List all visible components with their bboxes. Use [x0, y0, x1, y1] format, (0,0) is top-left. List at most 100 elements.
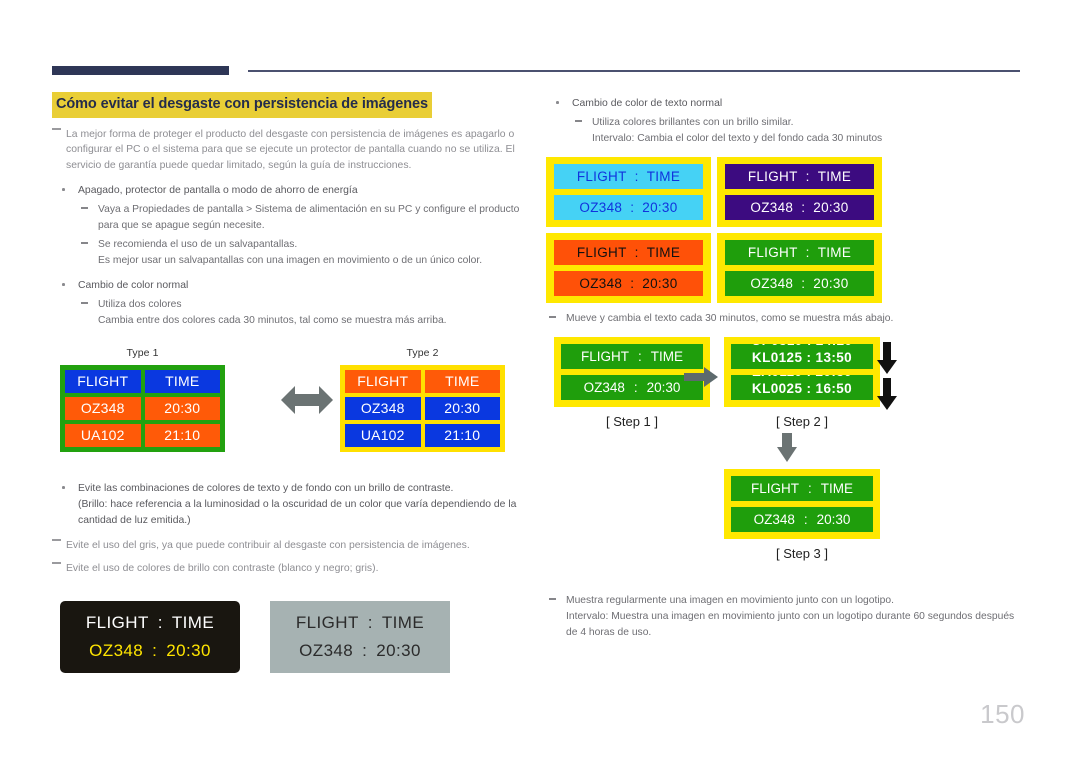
- gray-panel-row1: FLIGHT : TIME: [270, 613, 450, 633]
- gray-panel-row2-right: 20:30: [376, 640, 421, 660]
- intro-note: La mejor forma de proteger el producto d…: [52, 127, 522, 174]
- step3-row2-left: OZ348: [753, 511, 795, 527]
- dark-flight-panel: FLIGHT : TIME OZ348 : 20:30: [60, 600, 240, 673]
- step3-row2-right: 20:30: [816, 511, 851, 527]
- page-number: 150: [980, 699, 1025, 729]
- bullet-power-off: Apagado, protector de pantalla o modo de…: [52, 183, 522, 269]
- orange-board-row2-left: OZ348: [579, 276, 623, 292]
- step2-group: UP0310 : 24:20 KL0125 : 13:50 EA0110 : 2…: [724, 336, 880, 429]
- bullet-avoid-contrast-cont: (Brillo: hace referencia a la luminosida…: [78, 499, 517, 527]
- purple-board-row2-sep: :: [801, 200, 806, 216]
- arrow-down-icon: [776, 432, 798, 468]
- type2-cell: FLIGHT: [345, 369, 421, 393]
- sub-dash-icon: [81, 302, 88, 304]
- sub-two-colors-cont: Cambia entre dos colores cada 30 minutos…: [98, 315, 447, 327]
- bullet-dot-icon: [62, 188, 65, 191]
- step2-row2-bottom: KL0025 : 16:50: [751, 380, 853, 396]
- sub-dash-icon: [575, 120, 582, 122]
- dark-panel-row2-right: 20:30: [166, 640, 211, 660]
- sub-bright-colors-text: Utiliza colores brillantes con un brillo…: [592, 117, 794, 129]
- cyan-board-row1-left: FLIGHT: [576, 169, 627, 185]
- gray-panel-row1-sep: :: [367, 612, 373, 632]
- type1-cell: FLIGHT: [65, 369, 141, 393]
- type2-caption: Type 2: [406, 346, 439, 359]
- orange-board-row1-right: TIME: [646, 245, 681, 261]
- bullet-dot-icon: [556, 101, 559, 104]
- right-column: Cambio de color de texto normal Utiliza …: [546, 96, 1024, 641]
- steps-figure: FLIGHT : TIME OZ348 : 20:30 [ Step 1 ] K…: [546, 336, 1024, 561]
- step3-row1-left: FLIGHT: [750, 480, 799, 496]
- bullet-color-change-label: Cambio de color normal: [78, 279, 189, 291]
- double-arrow-horizontal-icon: [279, 383, 335, 422]
- step3-row2: OZ348 : 20:30: [731, 506, 873, 532]
- orange-board-row1-left: FLIGHT: [576, 245, 627, 261]
- gray-flight-panel: FLIGHT : TIME OZ348 : 20:30: [270, 600, 450, 673]
- type1-cell: 20:30: [144, 396, 220, 420]
- bullet-text-color-change: Cambio de color de texto normal Utiliza …: [546, 96, 1024, 147]
- step2-label: [ Step 2 ]: [775, 413, 829, 429]
- sub-logo-note-line1: Muestra regularmente una imagen en movim…: [566, 594, 894, 606]
- sub-logo-note-line2: Intervalo: Muestra una imagen en movimie…: [566, 610, 1015, 638]
- left-column: Cómo evitar el desgaste con persistencia…: [52, 92, 522, 679]
- type2-cell: UA102: [345, 423, 421, 447]
- gray-panel-row2-left: OZ348: [299, 640, 354, 660]
- step3-row2-sep: :: [803, 511, 808, 527]
- bullet-dot-icon: [62, 282, 65, 286]
- gray-panel-row2-sep: :: [362, 640, 368, 660]
- orange-board-row2-sep: :: [630, 276, 635, 292]
- step1-label: [ Step 1 ]: [605, 413, 659, 429]
- type1-cell: 21:10: [144, 423, 220, 447]
- cyan-board-row1-sep: :: [634, 169, 639, 185]
- step3-row1-right: TIME: [820, 480, 854, 496]
- green-board-row2-sep: :: [801, 276, 806, 292]
- dark-panel-row2-left: OZ348: [89, 640, 144, 660]
- green-board: FLIGHT : TIME OZ348 : 20:30: [717, 233, 882, 304]
- dark-panel-row1-sep: :: [157, 612, 163, 632]
- step2-row1-top: UP0310 : 24:20: [731, 344, 873, 348]
- purple-board-row2-right: 20:30: [813, 200, 849, 216]
- note-dash-icon: [52, 562, 61, 565]
- dark-panel-row2: OZ348 : 20:30: [60, 641, 240, 661]
- step2-row2-top: EA0110 : 20:30: [731, 375, 873, 379]
- step2-row1-bottom: KL0125 : 13:50: [751, 349, 853, 365]
- green-board-row2-left: OZ348: [750, 276, 794, 292]
- sub-dash-icon: [81, 207, 88, 209]
- sub-screensaver: Se recomienda el uso de un salvapantalla…: [78, 237, 522, 269]
- page-title: Cómo evitar el desgaste con persistencia…: [52, 92, 432, 118]
- sub-two-colors-text: Utiliza dos colores: [98, 299, 182, 311]
- green-board-row2-right: 20:30: [813, 276, 849, 292]
- dark-panel-row2-sep: :: [152, 640, 158, 660]
- sub-dash-icon: [549, 316, 556, 318]
- sub-dash-icon: [549, 597, 556, 600]
- sub-bright-colors: Utiliza colores brillantes con un brillo…: [572, 115, 1024, 147]
- bullet-color-change: Cambio de color normal Utiliza dos color…: [52, 278, 522, 329]
- document-page: Cómo evitar el desgaste con persistencia…: [0, 0, 1080, 763]
- step1-row1-right: TIME: [650, 348, 684, 364]
- dark-panel-row1: FLIGHT : TIME: [60, 613, 240, 633]
- sub-move-text: Mueve y cambia el texto cada 30 minutos,…: [546, 311, 1024, 327]
- gray-panel-row1-left: FLIGHT: [295, 612, 359, 632]
- note-avoid-bw-text: Evite el uso de colores de brillo con co…: [66, 563, 379, 575]
- sub-screensaver-text: Se recomienda el uso de un salvapantalla…: [98, 239, 298, 251]
- cyan-board-row2-right: 20:30: [642, 200, 678, 216]
- type2-cell: TIME: [424, 369, 500, 393]
- type2-board: FLIGHT TIME OZ348 20:30 UA102 21:10: [340, 364, 505, 452]
- sub-two-colors: Utiliza dos colores Cambia entre dos col…: [78, 297, 522, 329]
- purple-board-row2-left: OZ348: [750, 200, 794, 216]
- bullet-avoid-contrast-label: Evite las combinaciones de colores de te…: [78, 482, 454, 494]
- cyan-board-row2: OZ348 : 20:30: [554, 195, 703, 221]
- gray-panel-row2: OZ348 : 20:30: [270, 641, 450, 661]
- step1-row2-left: OZ348: [583, 379, 625, 395]
- sub-display-properties: Vaya a Propiedades de pantalla > Sistema…: [78, 202, 522, 234]
- purple-board-row2: OZ348 : 20:30: [725, 195, 874, 221]
- orange-board: FLIGHT : TIME OZ348 : 20:30: [546, 233, 711, 304]
- orange-board-row2-right: 20:30: [642, 276, 678, 292]
- green-board-row2: OZ348 : 20:30: [725, 271, 874, 297]
- color-boards-figure: FLIGHT : TIME OZ348 : 20:30 FLIGHT : TIM…: [546, 157, 882, 304]
- sub-logo-note: Muestra regularmente una imagen en movim…: [546, 593, 1024, 641]
- arrow-right-icon: [684, 366, 718, 392]
- orange-board-row2: OZ348 : 20:30: [554, 271, 703, 297]
- step1-row2-sep: :: [633, 379, 638, 395]
- note-avoid-bw: Evite el uso de colores de brillo con co…: [52, 561, 522, 577]
- green-board-row1-right: TIME: [817, 245, 852, 261]
